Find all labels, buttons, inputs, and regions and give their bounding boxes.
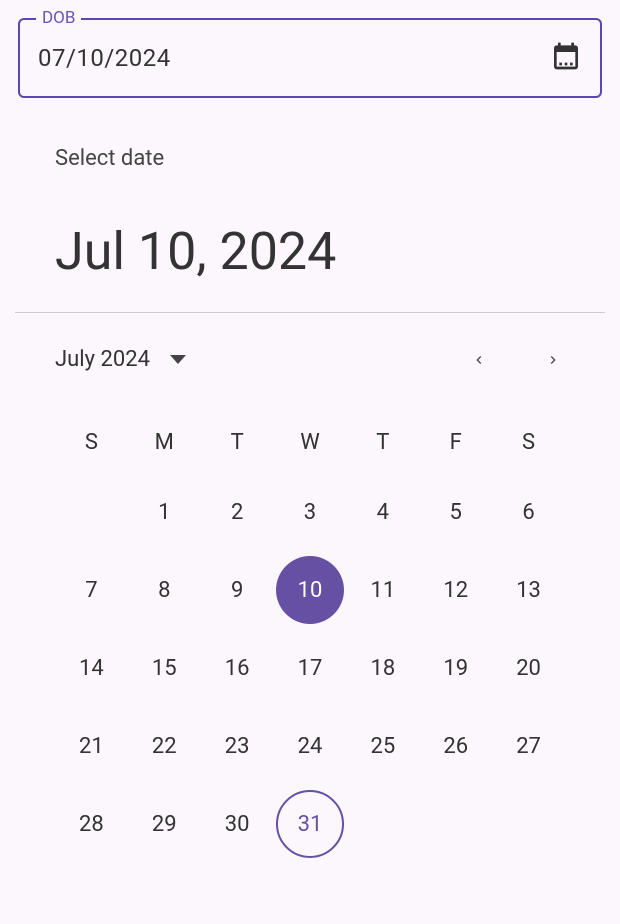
day-cell-31[interactable]: 31 [276, 790, 344, 858]
dob-field-label: DOB [36, 8, 81, 28]
empty-day-cell [57, 478, 125, 546]
day-cell-22[interactable]: 22 [130, 712, 198, 780]
dropdown-arrow-icon [170, 355, 186, 364]
day-cell-24[interactable]: 24 [276, 712, 344, 780]
prev-month-button[interactable] [467, 348, 491, 372]
day-cell-26[interactable]: 26 [422, 712, 490, 780]
day-cell-13[interactable]: 13 [495, 556, 563, 624]
day-cell-7[interactable]: 7 [57, 556, 125, 624]
dob-input-value: 07/10/2024 [38, 44, 171, 72]
day-cell-12[interactable]: 12 [422, 556, 490, 624]
day-cell-21[interactable]: 21 [57, 712, 125, 780]
chevron-left-icon [471, 352, 487, 368]
select-date-prompt: Select date [55, 146, 565, 171]
chevron-right-icon [545, 352, 561, 368]
day-cell-3[interactable]: 3 [276, 478, 344, 546]
day-cell-5[interactable]: 5 [422, 478, 490, 546]
day-cell-11[interactable]: 11 [349, 556, 417, 624]
day-cell-6[interactable]: 6 [495, 478, 563, 546]
day-cell-9[interactable]: 9 [203, 556, 271, 624]
day-cell-1[interactable]: 1 [130, 478, 198, 546]
weekday-header: S [492, 412, 565, 473]
day-cell-19[interactable]: 19 [422, 634, 490, 702]
day-cell-28[interactable]: 28 [57, 790, 125, 858]
weekday-header: S [55, 412, 128, 473]
dob-input-field[interactable]: 07/10/2024 [18, 18, 602, 98]
weekday-header: T [346, 412, 419, 473]
day-cell-16[interactable]: 16 [203, 634, 271, 702]
day-cell-29[interactable]: 29 [130, 790, 198, 858]
month-year-label: July 2024 [55, 347, 150, 372]
day-cell-20[interactable]: 20 [495, 634, 563, 702]
day-cell-18[interactable]: 18 [349, 634, 417, 702]
weekday-header: T [201, 412, 274, 473]
day-cell-14[interactable]: 14 [57, 634, 125, 702]
weekday-header: M [128, 412, 201, 473]
day-cell-15[interactable]: 15 [130, 634, 198, 702]
day-cell-25[interactable]: 25 [349, 712, 417, 780]
next-month-button[interactable] [541, 348, 565, 372]
day-cell-4[interactable]: 4 [349, 478, 417, 546]
calendar-icon[interactable] [550, 40, 582, 76]
weekday-header: W [274, 412, 347, 473]
day-cell-10[interactable]: 10 [276, 556, 344, 624]
month-year-selector[interactable]: July 2024 [55, 347, 186, 372]
selected-date-display: Jul 10, 2024 [55, 221, 565, 312]
date-picker-panel: Select date Jul 10, 2024 July 2024 SMTWT… [0, 116, 620, 863]
weekday-header: F [419, 412, 492, 473]
day-cell-23[interactable]: 23 [203, 712, 271, 780]
day-cell-27[interactable]: 27 [495, 712, 563, 780]
day-cell-8[interactable]: 8 [130, 556, 198, 624]
day-cell-2[interactable]: 2 [203, 478, 271, 546]
day-cell-30[interactable]: 30 [203, 790, 271, 858]
day-cell-17[interactable]: 17 [276, 634, 344, 702]
calendar-grid: SMTWTFS123456789101112131415161718192021… [55, 412, 565, 863]
